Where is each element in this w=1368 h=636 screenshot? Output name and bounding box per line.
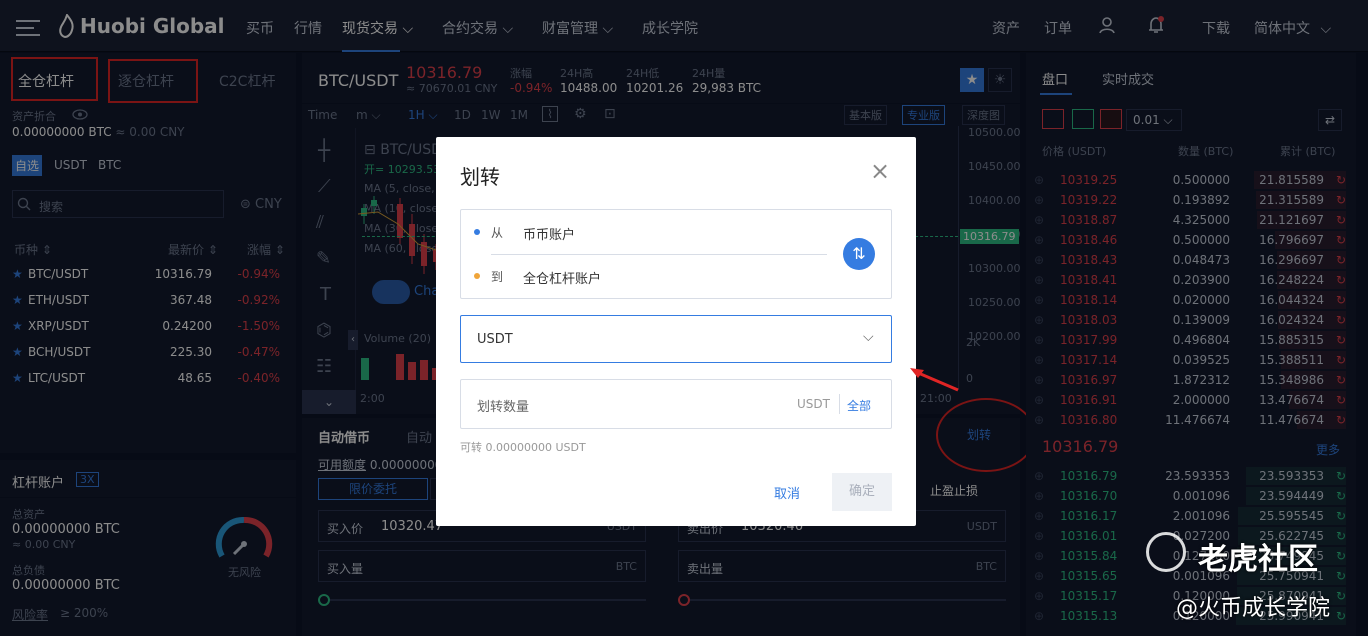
cancel-button[interactable]: 取消 — [774, 483, 800, 502]
transfer-direction-box: 从 币币账户 到 全仓杠杆账户 ⇅ — [460, 209, 892, 299]
annotation-arrow-icon — [910, 368, 959, 392]
from-label: 从 — [491, 226, 504, 240]
amount-placeholder: 划转数量 — [477, 400, 530, 415]
chevron-down-icon: ⌵ — [863, 329, 874, 345]
transfer-amount-input[interactable]: 划转数量 USDT 全部 — [460, 379, 892, 429]
transfer-modal: 划转 × 从 币币账户 到 全仓杠杆账户 ⇅ USDT ⌵ 划转数量 USDT … — [436, 137, 916, 526]
all-button[interactable]: 全部 — [847, 397, 871, 414]
from-dot — [474, 229, 480, 235]
to-account[interactable]: 全仓杠杆账户 — [523, 268, 601, 287]
watermark-brand: 老虎社区 — [1198, 542, 1318, 577]
close-icon[interactable]: × — [870, 159, 890, 183]
transferable-amount: 可转 0.00000000 USDT — [460, 441, 586, 454]
direction-divider — [491, 254, 827, 255]
confirm-button[interactable]: 确定 — [832, 473, 892, 511]
to-label: 到 — [491, 270, 504, 284]
watermark-author: @火币成长学院 — [1176, 596, 1331, 621]
coin-select[interactable]: USDT ⌵ — [460, 315, 892, 363]
to-dot — [474, 273, 480, 279]
chat-bubble-icon — [1146, 532, 1186, 572]
amount-unit: USDT — [797, 397, 830, 411]
swap-direction-icon[interactable]: ⇅ — [843, 238, 875, 270]
from-account[interactable]: 币币账户 — [523, 224, 575, 243]
modal-title: 划转 — [460, 165, 500, 189]
unit-divider — [839, 394, 840, 414]
coin-select-value: USDT — [477, 332, 513, 347]
